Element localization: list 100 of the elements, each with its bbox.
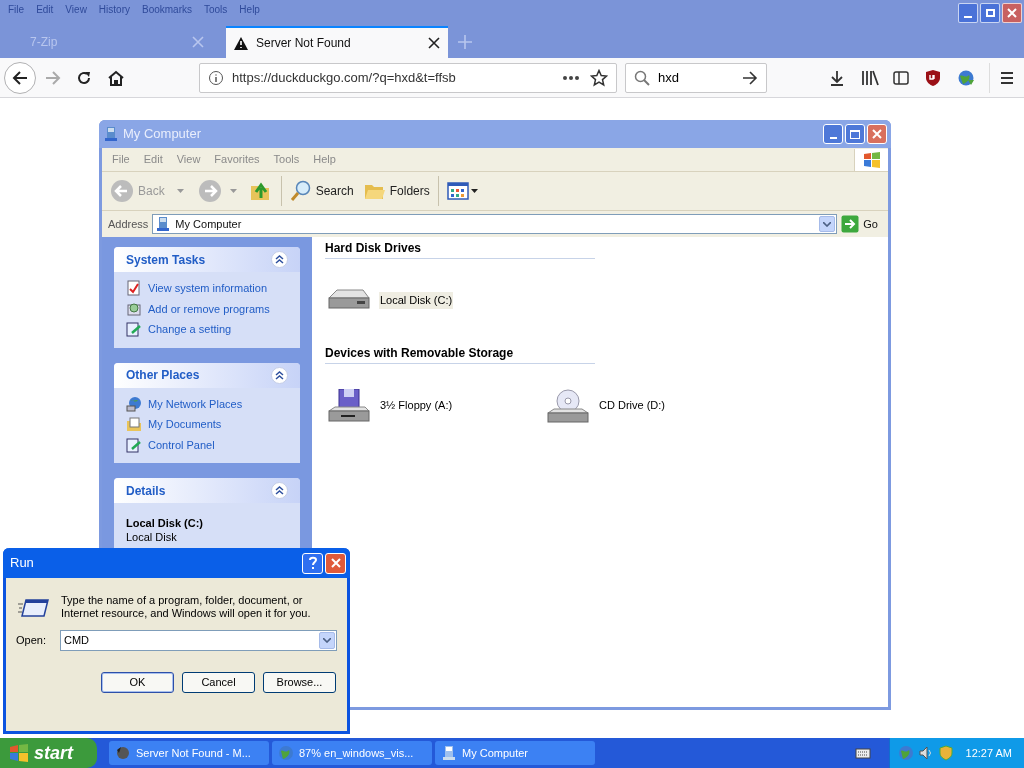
browser-tab[interactable]: Server Not Found bbox=[226, 26, 448, 58]
address-field[interactable]: My Computer bbox=[152, 214, 838, 234]
open-field[interactable]: CMD bbox=[59, 630, 337, 651]
download-icon[interactable] bbox=[829, 69, 845, 86]
restore-button[interactable] bbox=[980, 3, 1000, 23]
taskbar-button[interactable]: My Computer bbox=[435, 741, 595, 765]
computer-icon bbox=[441, 745, 457, 761]
go-arrow-icon[interactable] bbox=[742, 69, 758, 86]
question-icon bbox=[307, 556, 318, 570]
menu-item[interactable]: View bbox=[176, 151, 201, 168]
menu-item[interactable]: Help bbox=[239, 1, 260, 17]
globe-icon[interactable] bbox=[957, 68, 975, 87]
dialog-button[interactable]: OK bbox=[101, 672, 174, 693]
more-icon[interactable] bbox=[562, 74, 580, 81]
keyboard-icon[interactable] bbox=[854, 746, 871, 760]
back-button[interactable] bbox=[4, 61, 36, 94]
dialog-button[interactable]: Browse... bbox=[263, 672, 336, 693]
group-heading: Hard Disk Drives bbox=[325, 237, 595, 259]
task-link[interactable]: My Documents bbox=[148, 416, 222, 433]
menu-item[interactable]: Help bbox=[313, 151, 336, 168]
home-icon[interactable] bbox=[107, 68, 125, 87]
back-arrow-icon bbox=[11, 68, 29, 87]
drive-label[interactable]: Local Disk (C:) bbox=[379, 292, 454, 309]
floppy-drive-icon[interactable] bbox=[327, 388, 373, 423]
menu-item[interactable]: Edit bbox=[36, 1, 54, 17]
reload-icon[interactable] bbox=[76, 69, 92, 86]
minimize-button[interactable] bbox=[823, 124, 843, 144]
windows-logo bbox=[9, 744, 29, 762]
computer-icon bbox=[103, 126, 119, 142]
panel-icon bbox=[126, 321, 142, 338]
search-field[interactable]: hxd bbox=[625, 62, 767, 93]
folders-button[interactable]: Folders bbox=[363, 181, 430, 201]
search-icon bbox=[634, 69, 650, 86]
close-icon[interactable] bbox=[428, 37, 440, 49]
menu-item[interactable]: Favorites bbox=[214, 151, 260, 168]
dropdown-button[interactable] bbox=[819, 216, 836, 232]
back-button[interactable]: Back bbox=[110, 179, 184, 203]
drive-label[interactable]: CD Drive (D:) bbox=[598, 397, 666, 414]
instruction-text: Type the name of a program, folder, document, or Internet resource, and Windows will open it for you. bbox=[61, 594, 312, 620]
folder-icon bbox=[126, 416, 142, 433]
close-button[interactable] bbox=[325, 552, 346, 574]
task-link[interactable]: View system information bbox=[148, 280, 267, 297]
menu-icon[interactable] bbox=[1000, 70, 1014, 85]
maximize-button[interactable] bbox=[845, 124, 865, 144]
panel-title: System Tasks bbox=[126, 251, 207, 269]
menu-item[interactable]: Tools bbox=[204, 1, 228, 17]
warning-icon bbox=[234, 36, 248, 50]
task-link[interactable]: Change a setting bbox=[148, 321, 232, 338]
dialog-title: Run bbox=[10, 554, 34, 573]
speaker-icon[interactable] bbox=[917, 745, 934, 761]
magnifier-icon bbox=[289, 180, 312, 202]
globe-icon bbox=[278, 745, 294, 761]
window-title: My Computer bbox=[123, 125, 202, 144]
detail-description: Local Disk bbox=[126, 531, 178, 544]
cd-drive-icon[interactable] bbox=[546, 388, 592, 423]
chevron-icon bbox=[823, 221, 832, 227]
panel-icon bbox=[126, 436, 142, 453]
menu-item[interactable]: Tools bbox=[273, 151, 300, 168]
drive-label[interactable]: 3½ Floppy (A:) bbox=[379, 397, 454, 414]
menu-item[interactable]: Bookmarks bbox=[142, 1, 192, 17]
clock: 12:27 AM bbox=[965, 745, 1012, 761]
close-button[interactable] bbox=[1002, 3, 1022, 23]
task-link[interactable]: Add or remove programs bbox=[148, 300, 270, 317]
close-button[interactable] bbox=[867, 124, 887, 144]
info-icon[interactable] bbox=[208, 69, 224, 86]
search-button[interactable]: Search bbox=[289, 180, 354, 202]
menu-item[interactable]: History bbox=[98, 1, 130, 17]
shield-icon[interactable] bbox=[925, 68, 941, 87]
group-heading: Devices with Removable Storage bbox=[325, 342, 595, 364]
go-button[interactable]: Go bbox=[841, 215, 882, 233]
sidebar-icon[interactable] bbox=[893, 69, 909, 86]
menu-item[interactable]: Edit bbox=[143, 151, 163, 168]
taskbar-button[interactable]: Server Not Found - M... bbox=[109, 741, 269, 765]
taskbar-button[interactable]: 87% en_windows_vis... bbox=[272, 741, 432, 765]
close-icon bbox=[329, 557, 342, 569]
views-button[interactable] bbox=[446, 182, 478, 200]
close-icon bbox=[1006, 7, 1018, 19]
url-field[interactable]: https://duckduckgo.com/?q=hxd&t=ffsb bbox=[199, 62, 617, 93]
collapse-icon[interactable] bbox=[271, 366, 288, 384]
library-icon[interactable] bbox=[861, 69, 879, 86]
computer-icon bbox=[155, 216, 172, 232]
minimize-button[interactable] bbox=[958, 3, 978, 23]
task-link[interactable]: My Network Places bbox=[148, 395, 243, 412]
panel-title: Details bbox=[126, 482, 167, 500]
dialog-button[interactable]: Cancel bbox=[182, 672, 255, 693]
collapse-icon[interactable] bbox=[271, 251, 288, 268]
menu-item[interactable]: File bbox=[112, 151, 130, 168]
menu-item[interactable]: View bbox=[65, 1, 87, 17]
help-button[interactable] bbox=[302, 552, 323, 574]
task-link[interactable]: Control Panel bbox=[148, 436, 215, 453]
dropdown-button[interactable] bbox=[319, 632, 335, 649]
open-label: Open: bbox=[16, 633, 46, 649]
menu-item[interactable]: File bbox=[8, 1, 25, 17]
panel-title: Other Places bbox=[126, 367, 201, 384]
star-icon[interactable] bbox=[590, 68, 608, 87]
start-button[interactable]: start bbox=[0, 738, 97, 768]
globe-icon bbox=[126, 395, 142, 412]
caret-icon[interactable] bbox=[470, 189, 478, 193]
chevron-icon bbox=[323, 638, 331, 643]
collapse-icon[interactable] bbox=[271, 482, 288, 499]
